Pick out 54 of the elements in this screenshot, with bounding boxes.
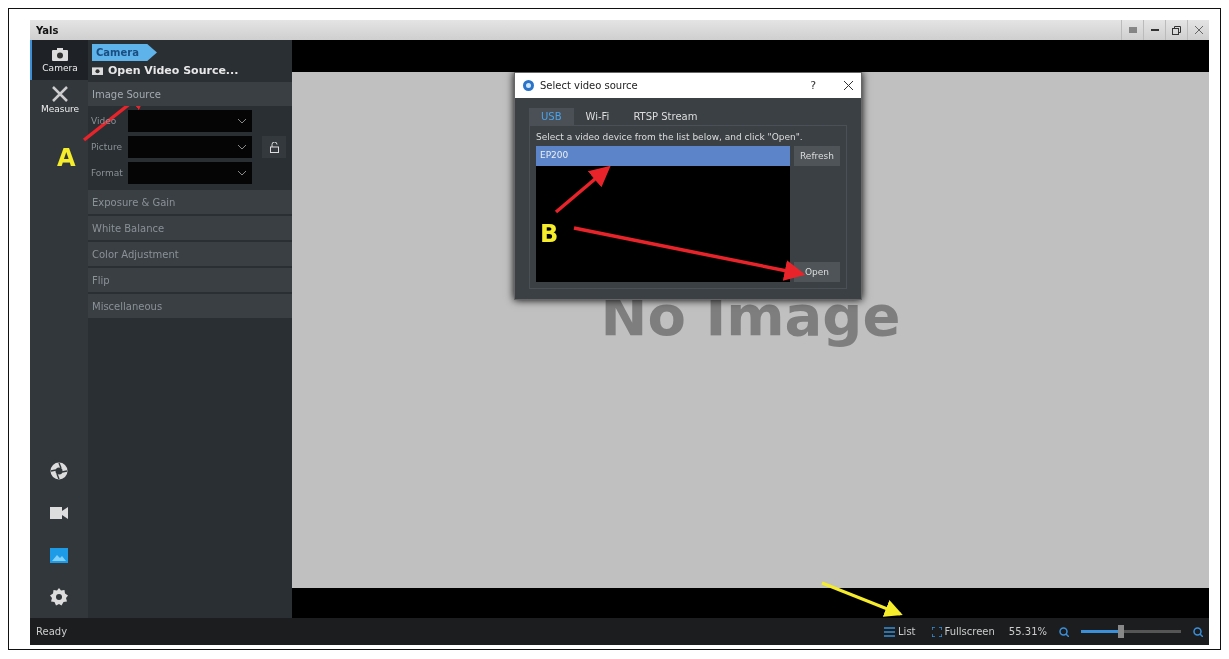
tab[interactable]: Wi-Fi	[573, 108, 622, 125]
instruction-text: Select a video device from the list below, and click "Open".	[536, 132, 804, 142]
dialog-title: Select video source	[540, 80, 639, 91]
field-label: Format	[90, 168, 124, 178]
crossed-tools-icon	[51, 86, 69, 102]
rail-tab[interactable]: Camera	[30, 40, 88, 80]
settings-icon	[50, 588, 68, 606]
zoom-in-icon[interactable]	[1193, 626, 1203, 637]
rail-tab[interactable]: Measure	[30, 80, 88, 120]
fullscreen-button[interactable]: Fullscreen	[929, 624, 997, 639]
section-header[interactable]: Color Adjustment	[88, 242, 292, 266]
menu-icon	[1128, 27, 1137, 33]
rail-label: Camera	[42, 62, 78, 73]
aperture-icon	[50, 462, 68, 480]
section-header[interactable]: Flip	[88, 268, 292, 292]
close-icon[interactable]	[844, 81, 853, 90]
section-header[interactable]: Miscellaneous	[88, 294, 292, 318]
lock-button[interactable]	[262, 136, 286, 158]
padlock-icon	[269, 141, 279, 153]
zoom-out-icon[interactable]	[1059, 626, 1069, 637]
tab[interactable]: RTSP Stream	[621, 108, 710, 125]
zoom-level: 55.31%	[1008, 626, 1047, 637]
app-icon	[523, 80, 534, 91]
camera-icon	[52, 47, 68, 61]
image-icon	[50, 547, 68, 563]
chevron-down-icon	[238, 144, 246, 150]
minimize-icon	[1150, 29, 1159, 31]
close-icon	[1194, 26, 1203, 34]
section-header[interactable]: White Balance	[88, 216, 292, 240]
annotation-label: A	[57, 144, 76, 172]
rail-label: Measure	[40, 104, 80, 114]
breadcrumb[interactable]: Camera	[92, 44, 157, 61]
open-button[interactable]: Open	[794, 262, 840, 282]
device-item[interactable]: EP200	[536, 146, 790, 166]
section-header[interactable]: Exposure & Gain	[88, 190, 292, 214]
list-button[interactable]: List	[882, 624, 918, 639]
restore-icon	[1172, 25, 1181, 35]
help-button[interactable]: ?	[810, 79, 816, 92]
chevron-down-icon	[238, 118, 246, 124]
annotation-arrow	[554, 165, 611, 214]
list-icon	[884, 626, 896, 637]
video-camera-icon	[50, 507, 68, 519]
chevron-down-icon	[238, 170, 246, 176]
slider-thumb[interactable]	[1118, 625, 1124, 638]
window-title: Yals	[36, 24, 60, 36]
refresh-button[interactable]: Refresh	[794, 146, 840, 166]
open-video-source-button[interactable]: Open Video Source...	[88, 61, 292, 80]
annotation-label: B	[540, 220, 559, 248]
section-header[interactable]: Image Source	[88, 82, 292, 106]
tab[interactable]: USB	[529, 108, 574, 125]
fullscreen-icon	[931, 626, 942, 637]
camera-icon	[92, 66, 103, 75]
field-label: Picture	[90, 142, 123, 152]
status-text: Ready	[36, 626, 69, 637]
